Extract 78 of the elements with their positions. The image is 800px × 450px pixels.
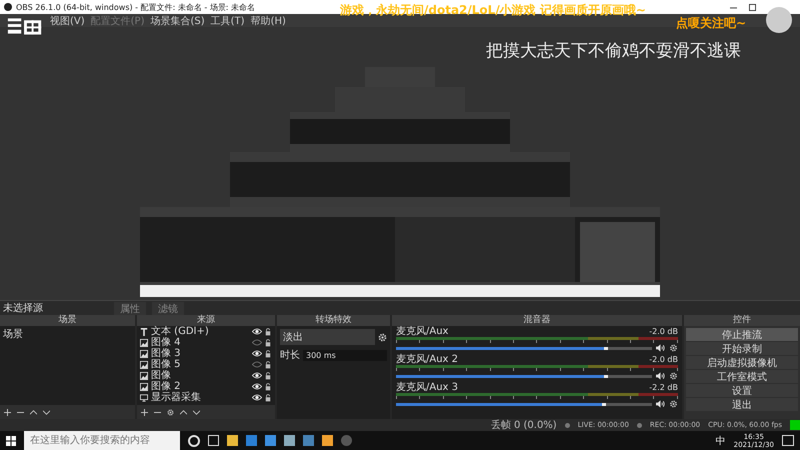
menu-item[interactable]: 帮助(H) (250, 14, 286, 28)
down-icon[interactable] (193, 408, 200, 416)
source-item[interactable]: 图像 3 (151, 348, 249, 359)
lock-icon[interactable] (265, 350, 271, 358)
panel-header: 来源 (137, 315, 275, 326)
selected-source-label: 未选择源 (2, 302, 44, 315)
duration-label: 时长 (280, 348, 300, 362)
settings-icon[interactable] (669, 344, 678, 352)
maximize-icon[interactable] (749, 4, 756, 10)
dropped-frames: 丢帧 0 (0.0%) (490, 418, 557, 432)
follow-text: 点嗄关注吧~ (676, 15, 746, 32)
live-icon (564, 422, 570, 428)
image-icon (140, 360, 148, 368)
control-button[interactable]: 开始录制 (686, 342, 798, 355)
windows-icon[interactable] (6, 436, 16, 446)
speaker-icon[interactable] (656, 344, 665, 352)
monitor-icon (140, 394, 148, 402)
up-icon[interactable] (30, 408, 37, 416)
notification-icon[interactable] (782, 435, 794, 446)
control-button[interactable]: 停止推流 (686, 328, 798, 341)
settings-icon[interactable] (669, 372, 678, 380)
panel-header: 混音器 (392, 315, 682, 326)
volume-slider[interactable] (396, 374, 608, 378)
add-icon[interactable] (4, 408, 11, 416)
channel-name: 麦克风/Aux 3 (396, 383, 458, 393)
image-icon (140, 338, 148, 346)
transition-dropdown[interactable]: 淡出 (280, 329, 375, 345)
image-icon (140, 350, 148, 358)
source-item[interactable]: 图像 5 (151, 359, 249, 370)
control-button[interactable]: 设置 (686, 384, 798, 397)
volume-reading: -2.0 dB (649, 355, 678, 365)
volume-reading: -2.0 dB (649, 327, 678, 337)
settings-icon[interactable] (378, 332, 387, 342)
speaker-icon[interactable] (656, 372, 665, 380)
lock-icon[interactable] (265, 382, 271, 390)
image-icon (140, 382, 148, 390)
menu-item[interactable]: 场景集合(S) (150, 14, 205, 28)
lock-icon[interactable] (265, 394, 271, 402)
text-icon (140, 328, 148, 336)
up-icon[interactable] (180, 408, 187, 416)
control-button[interactable]: 工作室模式 (686, 370, 798, 383)
status-indicator (790, 420, 800, 430)
source-item[interactable]: 图像 2 (151, 381, 249, 392)
speaker-icon[interactable] (656, 400, 665, 408)
channel-name: 麦克风/Aux (396, 327, 448, 337)
lock-icon[interactable] (265, 328, 271, 336)
panel-header: 场景 (0, 315, 135, 326)
cortana-icon[interactable] (188, 434, 200, 446)
task-view-icon[interactable] (208, 435, 219, 446)
settings-icon[interactable] (669, 400, 678, 408)
lock-icon[interactable] (265, 372, 271, 380)
window-title: OBS 26.1.0 (64-bit, windows) - 配置文件: 未命名 - 场景: 未命名 (16, 2, 256, 12)
volume-slider[interactable] (396, 402, 606, 406)
record-icon (636, 422, 642, 428)
panel-header: 转场特效 (277, 315, 390, 326)
control-button[interactable]: 启动虚拟摄像机 (686, 356, 798, 369)
banner-text: 游戏，永劫无间/dota2/LoL/小游戏 记得画质开原画哦~ (340, 2, 646, 19)
settings-icon[interactable] (167, 408, 174, 416)
control-button[interactable]: 退出 (686, 398, 798, 411)
image-icon (140, 372, 148, 380)
source-item[interactable]: 图像 4 (151, 337, 249, 348)
lock-icon[interactable] (265, 338, 271, 346)
source-item[interactable]: 显示器采集 (151, 392, 249, 403)
source-item[interactable]: 图像 (151, 370, 249, 381)
volume-slider[interactable] (396, 346, 608, 350)
input-method-indicator[interactable]: 中 (716, 434, 726, 448)
channel-name: 麦克风/Aux 2 (396, 355, 458, 365)
add-icon[interactable] (141, 408, 148, 416)
down-icon[interactable] (43, 408, 50, 416)
volume-reading: -2.2 dB (649, 383, 678, 393)
app-icon[interactable] (341, 435, 352, 446)
app-icon (4, 3, 12, 11)
slogan-text: 把摸大志天下不偷鸡不耍滑不逃课 (486, 40, 741, 62)
menu-item[interactable]: 视图(V) (50, 14, 85, 28)
duration-field[interactable]: 300 ms (303, 350, 387, 360)
lock-icon[interactable] (265, 360, 271, 368)
panel-header: 控件 (684, 315, 800, 326)
menu-item[interactable]: 工具(T) (210, 14, 245, 28)
